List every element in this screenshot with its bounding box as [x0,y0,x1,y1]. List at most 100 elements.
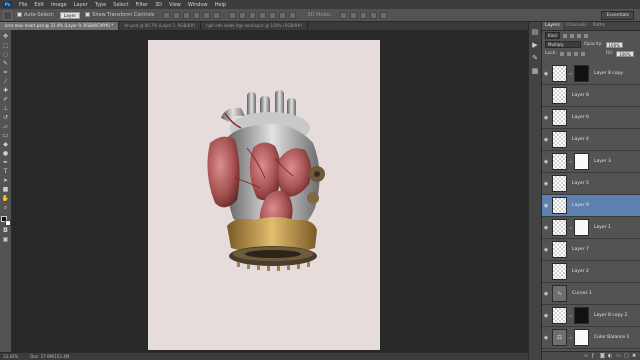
delete-layer-icon[interactable]: ✖ [632,353,637,359]
brush-panel-icon[interactable]: ✎ [531,54,540,63]
color-swatches[interactable] [0,216,11,226]
layer-mask-thumbnail[interactable] [574,307,589,324]
add-mask-icon[interactable]: ◙ [600,353,605,359]
tab-layers[interactable]: Layers [542,22,563,30]
brush-tool-icon[interactable]: ✐ [2,96,10,104]
align-hcenter-icon[interactable] [203,11,211,19]
move-tool-icon[interactable]: ✥ [2,33,10,41]
menu-view[interactable]: View [169,2,181,8]
marquee-tool-icon[interactable]: ⬚ [2,42,10,50]
hand-tool-icon[interactable]: ✋ [2,195,10,203]
menu-3d[interactable]: 3D [155,2,162,8]
history-panel-icon[interactable]: ▤ [531,28,540,37]
opacity-input[interactable]: 100% [605,41,623,48]
align-right-icon[interactable] [213,11,221,19]
fill-input[interactable]: 100% [616,50,634,57]
distribute-bottom-icon[interactable] [249,11,257,19]
eyedropper-tool-icon[interactable]: ⁄ [2,78,10,86]
distribute-hcenter-icon[interactable] [269,11,277,19]
menu-select[interactable]: Select [113,2,128,8]
layer-name[interactable]: Layer 1 [594,225,611,230]
blur-tool-icon[interactable]: ◆ [2,141,10,149]
properties-panel-icon[interactable]: ▦ [531,67,540,76]
visibility-eye-icon[interactable]: ◉ [542,335,550,341]
tab-document-1[interactable]: krrrr.mou heart.psd @ 33.4% (Layer 9, RG… [0,22,120,30]
tab-paths[interactable]: Paths [590,22,608,30]
lock-position-icon[interactable] [573,51,578,56]
history-brush-tool-icon[interactable]: ↺ [2,114,10,122]
filter-adjustment-icon[interactable] [569,33,574,38]
layer-name[interactable]: Color Balance 1 [594,335,629,340]
adjustment-layer-icon[interactable]: ◐ [608,353,613,359]
visibility-eye-icon[interactable]: ◉ [542,291,550,297]
layer-name[interactable]: Curves 1 [572,291,592,296]
3d-slide-icon[interactable] [370,11,378,19]
menu-layer[interactable]: Layer [74,2,88,8]
pen-tool-icon[interactable]: ✒ [2,159,10,167]
layer-name[interactable]: Layer 8 [572,93,589,98]
lock-pixels-icon[interactable] [566,51,571,56]
3d-scale-icon[interactable] [380,11,388,19]
dodge-tool-icon[interactable]: ● [2,150,10,158]
layer-mask-thumbnail[interactable] [574,329,589,346]
layer-name[interactable]: Layer 8 copy [594,71,623,76]
3d-roll-icon[interactable] [350,11,358,19]
distribute-vcenter-icon[interactable] [239,11,247,19]
path-select-tool-icon[interactable]: ➤ [2,177,10,185]
gradient-tool-icon[interactable]: ▭ [2,132,10,140]
distribute-top-icon[interactable] [229,11,237,19]
align-vcenter-icon[interactable] [173,11,181,19]
layer-row[interactable]: Layer 8 [542,85,640,107]
distribute-right-icon[interactable] [279,11,287,19]
transform-controls-checkbox[interactable]: Show Transform Controls [85,12,154,18]
lock-all-icon[interactable] [580,51,585,56]
menu-type[interactable]: Type [95,2,106,8]
align-left-icon[interactable] [193,11,201,19]
actions-panel-icon[interactable]: ▶ [531,41,540,50]
visibility-eye-icon[interactable]: ◉ [542,203,550,209]
layer-name[interactable]: Layer 9 [572,203,589,208]
lock-transparent-icon[interactable] [559,51,564,56]
layer-row[interactable]: Layer 2 [542,261,640,283]
layer-row[interactable]: ◉ ∞ Layer 1 [542,217,640,239]
anatomical-heart-artwork[interactable] [205,88,335,276]
visibility-eye-icon[interactable]: ◉ [542,137,550,143]
layer-style-icon[interactable]: ƒ [592,353,597,359]
filter-type-icon[interactable] [576,33,581,38]
new-group-icon[interactable]: ▭ [616,353,621,359]
layer-row[interactable]: ◉ Layer 4 [542,129,640,151]
healing-brush-tool-icon[interactable]: ✚ [2,87,10,95]
auto-align-icon[interactable] [289,11,297,19]
workspace-switcher[interactable]: Essentials [601,11,634,20]
layer-name[interactable]: Layer 6 [572,115,589,120]
visibility-eye-icon[interactable]: ◉ [542,71,550,77]
visibility-eye-icon[interactable]: ◉ [542,115,550,121]
layer-name[interactable]: Layer 4 [572,137,589,142]
layer-row[interactable]: ◉ ⚖ ∞ Color Balance 1 [542,327,640,349]
blend-mode-dropdown[interactable]: Multiply [545,41,581,48]
layer-mask-thumbnail[interactable] [574,219,589,236]
new-layer-icon[interactable]: ▢ [624,353,629,359]
menu-edit[interactable]: Edit [34,2,44,8]
clone-stamp-tool-icon[interactable]: ⊥ [2,105,10,113]
layer-mask-thumbnail[interactable] [574,65,589,82]
layer-row-selected[interactable]: ◉ Layer 9 [542,195,640,217]
visibility-eye-icon[interactable]: ◉ [542,181,550,187]
zoom-level[interactable]: 33.42% [3,354,18,359]
layer-name[interactable]: Layer 3 [594,159,611,164]
filter-shape-icon[interactable] [583,33,588,38]
menu-help[interactable]: Help [215,2,226,8]
menu-image[interactable]: Image [51,2,67,8]
link-layers-icon[interactable]: ∞ [584,353,589,359]
filter-pixel-icon[interactable] [562,33,567,38]
quick-mask-icon[interactable]: ◘ [2,227,10,235]
zoom-tool-icon[interactable]: ⌕ [2,204,10,212]
tab-channels[interactable]: Channels [563,22,590,30]
move-tool-icon[interactable] [3,10,12,20]
tab-document-2[interactable]: fm.psd @ 66.7% (Layer 1, RGB/8#) [119,22,202,30]
menu-window[interactable]: Window [188,2,208,8]
auto-select-dropdown[interactable]: Layer [59,11,81,19]
lasso-tool-icon[interactable]: ◌ [2,51,10,59]
background-color-swatch[interactable] [4,220,11,226]
layer-row[interactable]: ◉ Layer 6 [542,107,640,129]
